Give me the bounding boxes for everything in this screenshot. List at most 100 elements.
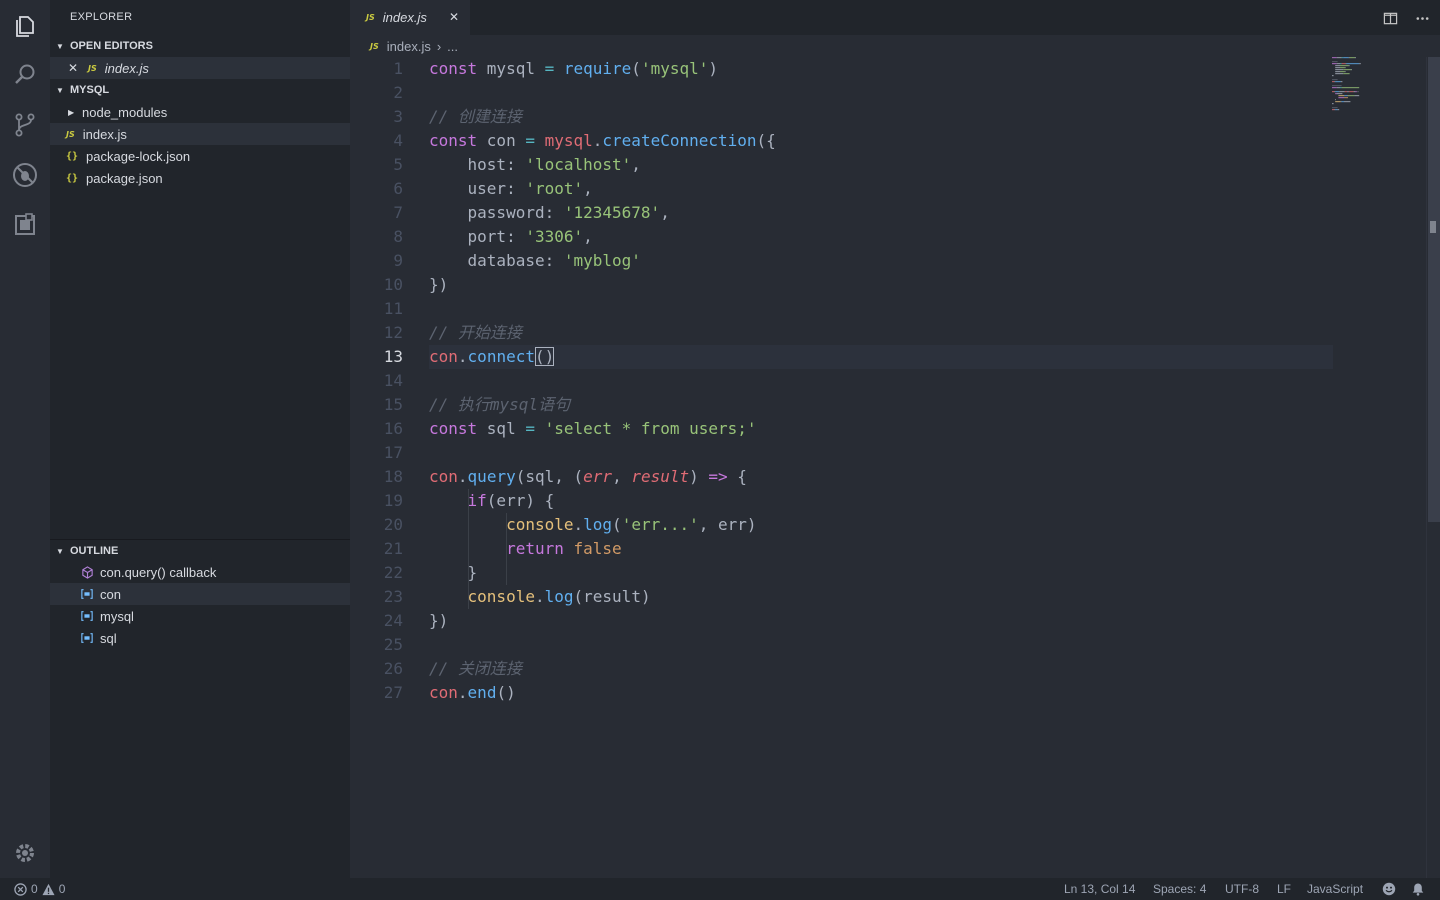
bell-icon[interactable] <box>1411 878 1425 900</box>
tab-index-js[interactable]: JS index.js ✕ <box>350 0 470 35</box>
outline-item[interactable]: sql <box>50 627 350 649</box>
line-code: if(err) { <box>467 491 555 510</box>
cursor-position[interactable]: Ln 13, Col 14 <box>1064 878 1135 900</box>
js-file-icon: JS <box>88 63 97 73</box>
sidebar-title: EXPLORER <box>70 11 133 23</box>
code-line: 6 user: 'root', <box>350 177 1440 201</box>
collapse-icon: ▼ <box>56 41 64 51</box>
cursor-marker <box>1430 221 1436 233</box>
line-code: console.log('err...', err) <box>506 515 757 534</box>
line-number: 9 <box>393 251 403 270</box>
open-editors-header[interactable]: ▼ OPEN EDITORS <box>50 35 350 57</box>
outline-label: OUTLINE <box>70 545 119 557</box>
line-code: port: '3306', <box>429 227 593 246</box>
code-line: 3 // 创建连接 <box>350 105 1440 129</box>
line-number: 15 <box>383 395 403 414</box>
scrollbar-thumb[interactable] <box>1428 57 1440 522</box>
minimap-token <box>1359 63 1361 65</box>
encoding[interactable]: UTF-8 <box>1225 878 1259 900</box>
minimap-token <box>1332 61 1338 63</box>
outline-item[interactable]: mysql <box>50 605 350 627</box>
minimap-token <box>1335 73 1344 75</box>
variable-icon <box>80 609 94 623</box>
minimap-token <box>1335 91 1340 93</box>
minimap-token <box>1344 95 1348 97</box>
minimap-token <box>1343 69 1352 71</box>
close-icon[interactable]: ✕ <box>447 10 461 24</box>
variable-icon <box>80 631 94 645</box>
language-mode[interactable]: JavaScript <box>1307 878 1363 900</box>
minimap-token <box>1344 97 1348 99</box>
code-editor[interactable]: 1 const mysql = require('mysql') 2 3// 创建连接… <box>350 57 1440 878</box>
minimap-token <box>1334 91 1336 93</box>
minimap-token <box>1348 57 1350 59</box>
outline-header[interactable]: ▼ OUTLINE <box>50 539 350 562</box>
tab-bar: JS index.js ✕ <box>350 0 1440 35</box>
files-icon[interactable] <box>0 0 50 50</box>
minimap-token <box>1344 91 1348 93</box>
code-line: 27 con.end() <box>350 681 1440 705</box>
line-number: 2 <box>393 83 403 102</box>
minimap-token <box>1355 57 1356 59</box>
indent-guide <box>506 513 508 585</box>
minimap-token <box>1335 93 1337 95</box>
minimap-token <box>1334 81 1336 83</box>
project-header[interactable]: ▼ MYSQL <box>50 79 350 101</box>
outline-item-label: mysql <box>100 608 134 624</box>
line-number: 26 <box>383 659 403 678</box>
line-code: con.connect() <box>429 347 555 366</box>
breadcrumb-file[interactable]: index.js <box>387 39 431 54</box>
line-number: 21 <box>383 539 403 558</box>
line-number: 17 <box>383 443 403 462</box>
line-number: 16 <box>383 419 403 438</box>
minimap-token <box>1353 91 1356 93</box>
minimap-token <box>1340 101 1342 103</box>
line-number: 1 <box>393 59 403 78</box>
feedback-icon[interactable] <box>1382 878 1396 900</box>
breadcrumb-more[interactable]: ... <box>447 39 458 54</box>
minimap-token <box>1335 101 1341 103</box>
debug-icon[interactable] <box>0 150 50 200</box>
code-line: 8 port: '3306', <box>350 225 1440 249</box>
line-code: // 创建连接 <box>429 107 522 126</box>
line-code: // 开始连接 <box>429 323 522 342</box>
search-icon[interactable] <box>0 50 50 100</box>
line-number: 25 <box>383 635 403 654</box>
source-control-icon[interactable] <box>0 100 50 150</box>
indentation[interactable]: Spaces: 4 <box>1153 878 1206 900</box>
line-code: // 执行mysql语句 <box>429 395 571 414</box>
code-line: 19 if(err) { <box>350 489 1440 513</box>
more-actions-icon[interactable] <box>1412 8 1432 28</box>
code-line: 15 // 执行mysql语句 <box>350 393 1440 417</box>
line-number: 22 <box>383 563 403 582</box>
collapse-icon: ▼ <box>56 85 64 95</box>
minimap-token <box>1336 93 1343 95</box>
collapse-icon: ▼ <box>56 546 64 556</box>
vertical-scrollbar[interactable] <box>1426 57 1440 878</box>
code-line: 23 console.log(result) <box>350 585 1440 609</box>
outline-item[interactable]: con.query() callback <box>50 561 350 583</box>
line-endings[interactable]: LF <box>1277 878 1291 900</box>
split-editor-icon[interactable] <box>1380 8 1400 28</box>
minimap-token <box>1343 57 1349 59</box>
outline-item[interactable]: con <box>50 583 350 605</box>
code-line: 9 database: 'myblog' <box>350 249 1440 273</box>
close-icon[interactable]: ✕ <box>68 61 88 75</box>
line-number: 4 <box>393 131 403 150</box>
minimap-token <box>1332 87 1337 89</box>
minimap-token <box>1340 63 1342 65</box>
tree-item-package-json[interactable]: {} package.json <box>50 167 350 189</box>
minimap-token <box>1351 69 1352 71</box>
tree-item-index-js[interactable]: JS index.js <box>50 123 350 145</box>
minimap[interactable] <box>1332 57 1422 117</box>
line-code: } <box>429 563 478 582</box>
gear-icon[interactable] <box>0 828 50 878</box>
line-code: host: 'localhost', <box>429 155 641 174</box>
tree-item-node-modules[interactable]: ▶ node_modules <box>50 101 350 123</box>
extensions-icon[interactable] <box>0 200 50 250</box>
code-line: 1 const mysql = require('mysql') <box>350 57 1440 81</box>
code-line: 4 const con = mysql.createConnection({ <box>350 129 1440 153</box>
open-editor-item[interactable]: ✕ JS index.js <box>50 57 350 79</box>
tree-item-package-lock[interactable]: {} package-lock.json <box>50 145 350 167</box>
problems-indicator[interactable]: 0 0 <box>14 878 65 900</box>
